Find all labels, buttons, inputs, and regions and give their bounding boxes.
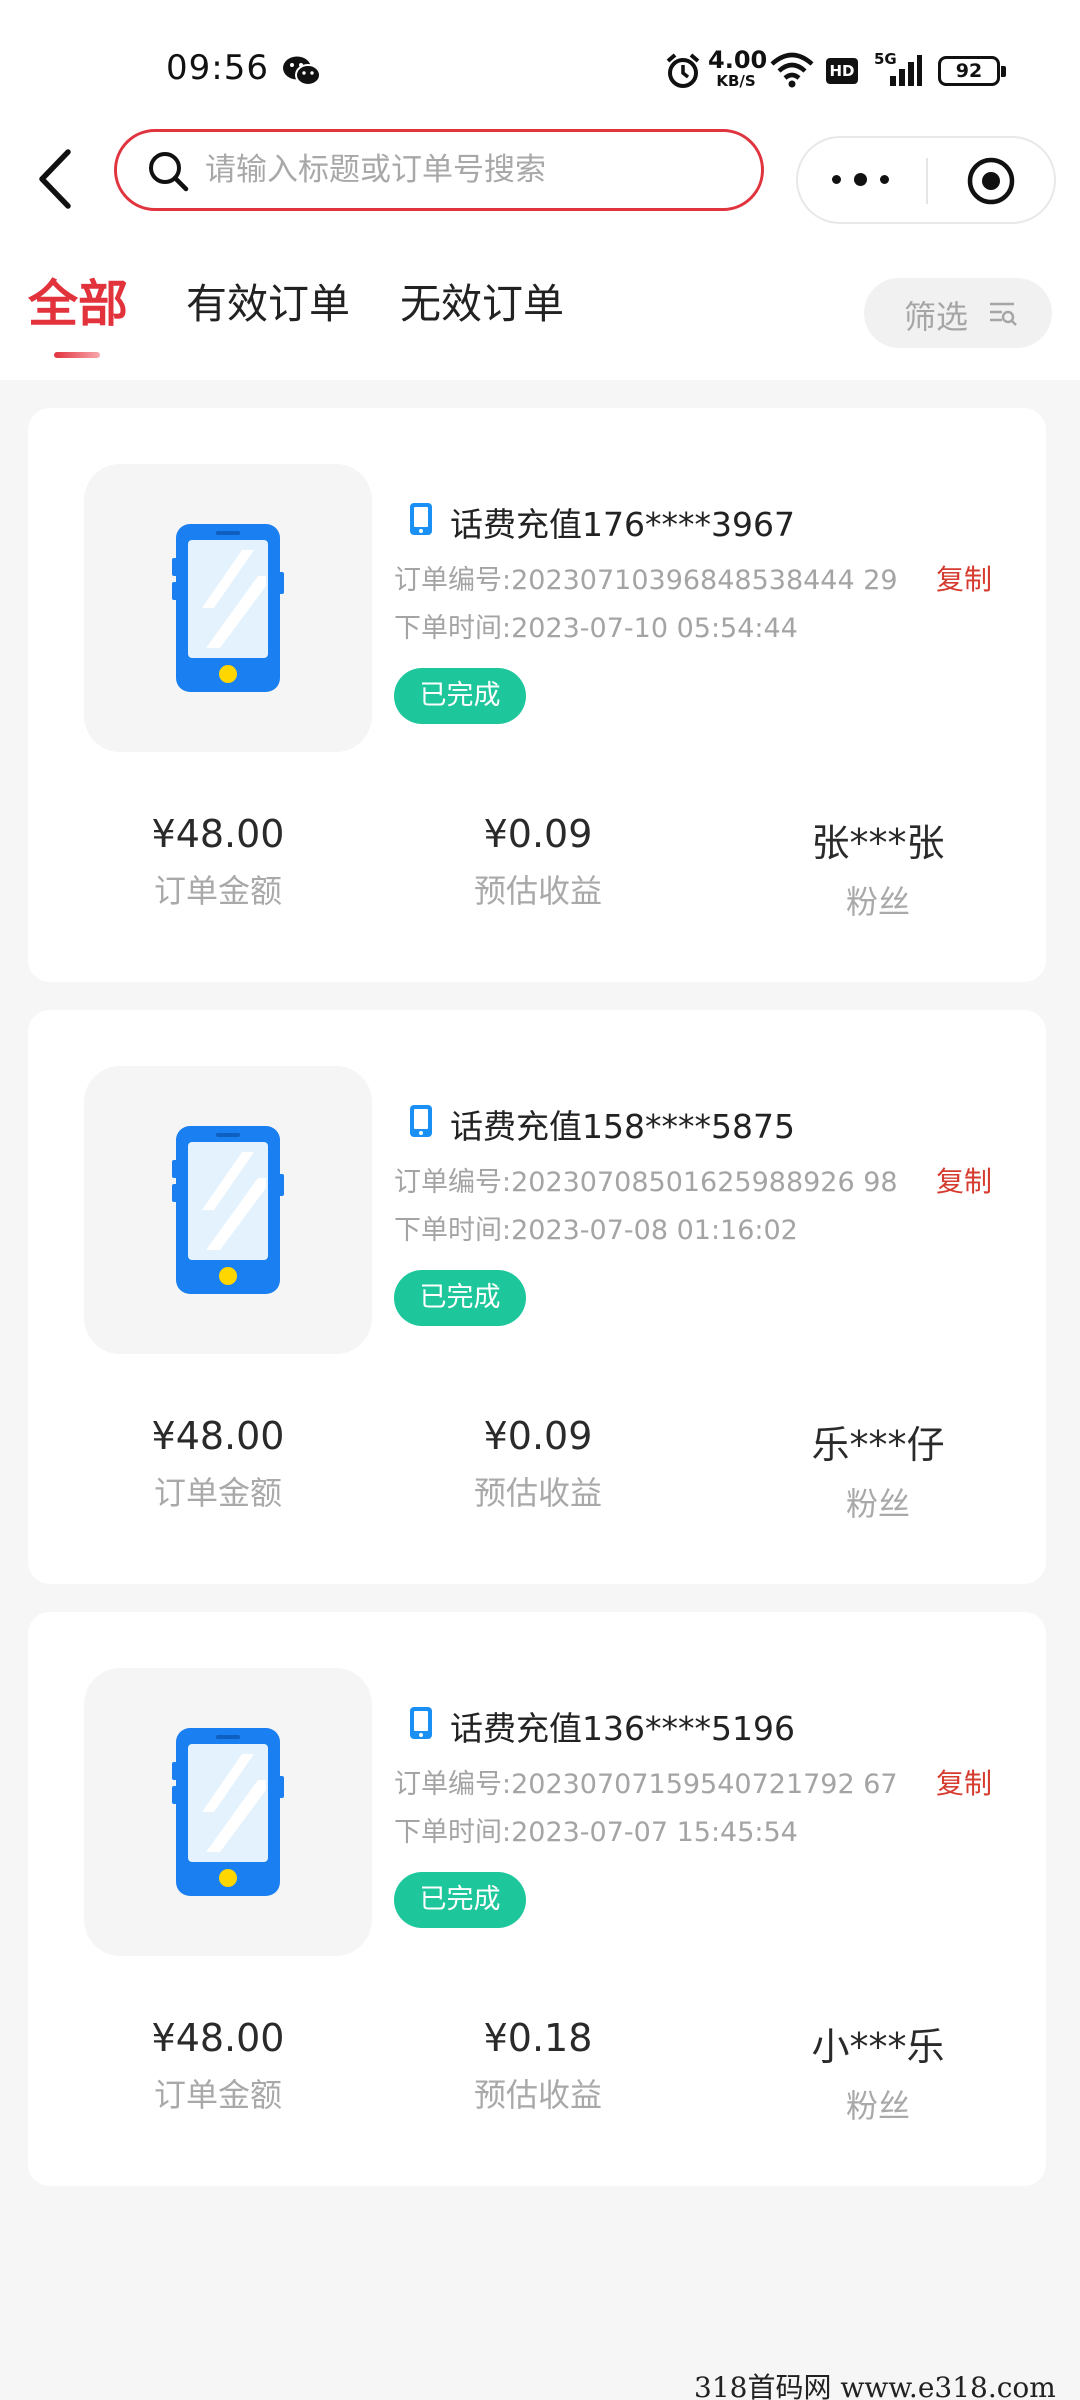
status-bar: 09:56 4.00 KB/S HD 5G 92 (0, 0, 1080, 120)
tab-all[interactable]: 全部 (28, 264, 128, 336)
network-speed-value: 4.00 (708, 46, 768, 74)
active-tab-indicator (54, 352, 100, 358)
mobile-phone-icon (172, 1728, 284, 1896)
header-bar (0, 120, 1080, 240)
fan-name: 小***乐 (811, 2025, 945, 2069)
search-icon (149, 152, 189, 192)
network-type: 5G (874, 50, 897, 68)
status-badge: 已完成 (394, 668, 526, 724)
close-mini-program-button[interactable] (966, 156, 1016, 206)
estimated-income-label: 预估收益 (473, 2076, 602, 2114)
estimated-income: ¥0.09 预估收益 (388, 812, 688, 912)
mini-program-capsule (796, 136, 1056, 224)
order-time: 下单时间:2023-07-07 15:45:54 (394, 1817, 798, 1848)
filter-icon (990, 302, 1017, 326)
wifi-icon (770, 52, 814, 88)
estimated-income-label: 预估收益 (473, 1474, 602, 1512)
order-card[interactable]: 话费充值158****5875 订单编号:2023070850162598892… (28, 1010, 1046, 1584)
order-amount-value: ¥48.00 (151, 812, 285, 856)
network-speed-unit: KB/S (716, 72, 756, 90)
product-thumbnail (84, 464, 372, 752)
filter-button[interactable]: 筛选 (864, 278, 1052, 348)
status-badge: 已完成 (394, 1872, 526, 1928)
order-card[interactable]: 话费充值136****5196 订单编号:2023070715954072179… (28, 1612, 1046, 2186)
order-time: 下单时间:2023-07-10 05:54:44 (394, 613, 798, 644)
fan-info: 张***张 粉丝 (728, 812, 1028, 923)
fan-info: 乐***仔 粉丝 (728, 1414, 1028, 1525)
network-speed: 4.00 KB/S (708, 46, 768, 90)
more-menu-button[interactable] (798, 138, 926, 222)
estimated-income: ¥0.18 预估收益 (388, 2016, 688, 2116)
fan-label: 粉丝 (845, 1485, 910, 1523)
fan-name: 乐***仔 (811, 1423, 945, 1467)
order-amount: ¥48.00 订单金额 (68, 1414, 368, 1514)
order-amount-label: 订单金额 (153, 872, 282, 910)
order-title: 话费充值176****3967 (450, 505, 795, 544)
fan-label: 粉丝 (845, 2087, 910, 2125)
estimated-income-value: ¥0.09 (483, 812, 593, 856)
order-title: 话费充值136****5196 (450, 1709, 795, 1748)
phone-recharge-icon (410, 1707, 432, 1739)
product-thumbnail (84, 1668, 372, 1956)
filter-label: 筛选 (904, 298, 969, 336)
order-number: 订单编号:20230710396848538444 29 (394, 565, 898, 596)
order-amount-value: ¥48.00 (151, 1414, 285, 1458)
copy-button[interactable]: 复制 (936, 1160, 992, 1200)
order-amount-label: 订单金额 (153, 1474, 282, 1512)
back-button[interactable] (30, 146, 80, 212)
fan-info: 小***乐 粉丝 (728, 2016, 1028, 2127)
order-tabs: 全部 有效订单 无效订单 筛选 (0, 240, 1080, 380)
hd-badge: HD (826, 58, 858, 84)
order-card[interactable]: 话费充值176****3967 订单编号:2023071039684853844… (28, 408, 1046, 982)
order-amount: ¥48.00 订单金额 (68, 2016, 368, 2116)
copy-button[interactable]: 复制 (936, 1762, 992, 1802)
app-root: 09:56 4.00 KB/S HD 5G 92 请输入标题或订单号搜索 全部 … (0, 0, 1080, 2400)
fan-label: 粉丝 (845, 883, 910, 921)
alarm-icon (666, 53, 700, 88)
mobile-phone-icon (172, 524, 284, 692)
order-amount: ¥48.00 订单金额 (68, 812, 368, 912)
status-badge: 已完成 (394, 1270, 526, 1326)
status-time: 09:56 (166, 48, 269, 88)
order-number: 订单编号:20230708501625988926 98 (394, 1167, 898, 1198)
order-title: 话费充值158****5875 (450, 1107, 795, 1146)
mobile-phone-icon (172, 1126, 284, 1294)
tab-invalid-orders[interactable]: 无效订单 (400, 270, 564, 330)
estimated-income: ¥0.09 预估收益 (388, 1414, 688, 1514)
estimated-income-value: ¥0.18 (483, 2016, 593, 2060)
estimated-income-label: 预估收益 (473, 872, 602, 910)
tab-valid-orders[interactable]: 有效订单 (186, 270, 350, 330)
watermark: 318首码网 www.e318.com (694, 2371, 1056, 2400)
order-amount-value: ¥48.00 (151, 2016, 285, 2060)
product-thumbnail (84, 1066, 372, 1354)
battery-indicator: 92 (938, 56, 1006, 86)
order-number: 订单编号:20230707159540721792 67 (394, 1769, 898, 1800)
wechat-icon (283, 56, 321, 86)
fan-name: 张***张 (811, 821, 945, 865)
capsule-divider (926, 158, 928, 204)
order-amount-label: 订单金额 (153, 2076, 282, 2114)
estimated-income-value: ¥0.09 (483, 1414, 593, 1458)
search-bar[interactable] (114, 129, 764, 211)
phone-recharge-icon (410, 503, 432, 535)
copy-button[interactable]: 复制 (936, 558, 992, 598)
phone-recharge-icon (410, 1105, 432, 1137)
search-input[interactable] (205, 132, 745, 208)
order-time: 下单时间:2023-07-08 01:16:02 (394, 1215, 798, 1246)
